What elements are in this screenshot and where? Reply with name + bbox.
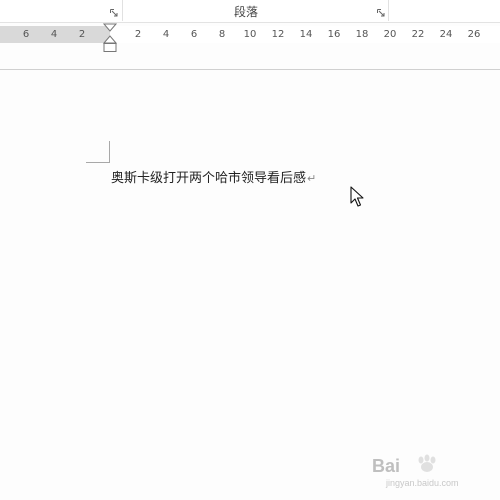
ruler-tick-label: 2	[134, 29, 142, 40]
group-separator	[388, 0, 389, 21]
watermark-subtext: jingyan.baidu.com	[386, 478, 459, 488]
watermark-text: Bai	[372, 456, 401, 476]
font-dialog-launcher-icon[interactable]	[110, 9, 118, 17]
indent-marker-icon[interactable]	[103, 23, 117, 53]
ruler-tick-label: 20	[383, 29, 397, 40]
document-paragraph[interactable]: 奥斯卡级打开两个哈市领导看后感↵	[111, 167, 316, 186]
page-margin-corner-mark	[86, 141, 110, 163]
paragraph-mark-icon: ↵	[307, 172, 317, 185]
ruler-tick-label: 26	[467, 29, 481, 40]
ruler-tick-label: 16	[327, 29, 341, 40]
mouse-pointer-icon	[350, 186, 364, 207]
ruler-tick-label: 10	[243, 29, 257, 40]
horizontal-ruler[interactable]: 6 4 2 2 4 6 8 10 12 14 16 18 20 22 24 26	[0, 26, 500, 43]
ribbon-group-strip: 段落	[0, 0, 500, 23]
ruler-tick-label: 18	[355, 29, 369, 40]
ruler-divider	[0, 69, 500, 70]
ruler-tick-label: 14	[299, 29, 313, 40]
paragraph-dialog-launcher-icon[interactable]	[377, 9, 385, 17]
paragraph-text: 奥斯卡级打开两个哈市领导看后感	[111, 171, 307, 186]
word-processor-window: 段落 6 4 2 2 4 6 8 10 12 14 16 18 20 22 24 26 奥斯卡级打开两个哈市领…	[0, 0, 500, 500]
ruler-tick-label: 4	[162, 29, 170, 40]
ruler-tick-label: 2	[78, 29, 86, 40]
paragraph-group-label: 段落	[234, 5, 259, 19]
ruler-tick-label: 8	[218, 29, 226, 40]
ruler-tick-label: 6	[190, 29, 198, 40]
ruler-tick-label: 24	[439, 29, 453, 40]
group-separator	[122, 0, 123, 21]
ruler-tick-label: 22	[411, 29, 425, 40]
ruler-tick-label: 6	[22, 29, 30, 40]
ruler-tick-label: 4	[50, 29, 58, 40]
ruler-tick-label: 12	[271, 29, 285, 40]
